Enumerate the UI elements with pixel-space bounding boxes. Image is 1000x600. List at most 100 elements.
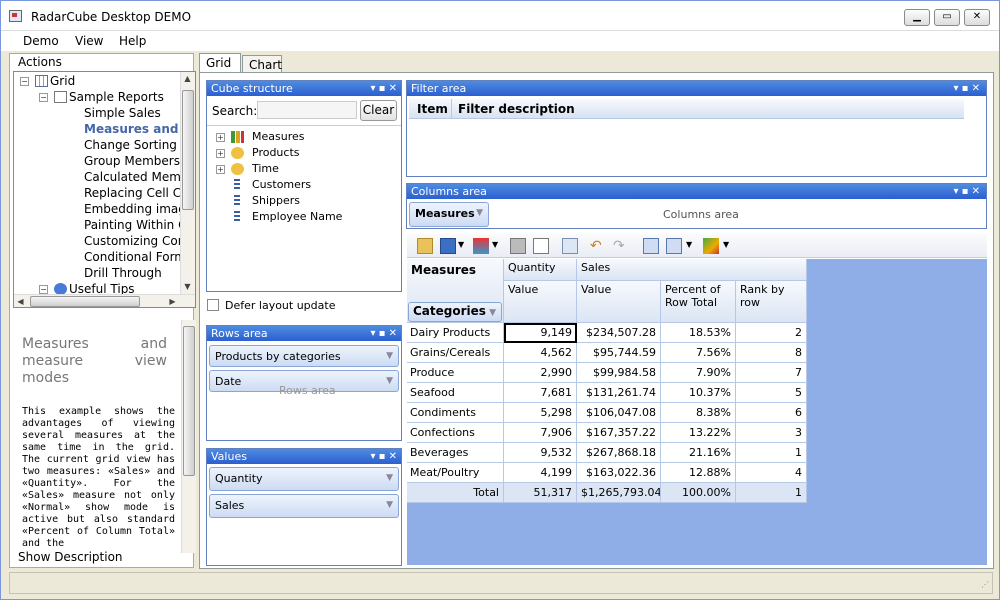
cell-percent: 21.16% (661, 443, 736, 463)
cube-item[interactable]: Employee Name (252, 209, 342, 225)
cell-quantity: 7,681 (504, 383, 577, 403)
tree-item[interactable]: Drill Through (84, 265, 162, 281)
menu-help[interactable]: Help (119, 34, 146, 48)
cube-item[interactable]: Shippers (252, 193, 300, 209)
cell-rank: 1 (736, 483, 807, 503)
cell-sales: $99,984.58 (577, 363, 661, 383)
description-panel: Measures and measure view modes This exa… (13, 320, 196, 553)
print-icon[interactable] (510, 238, 526, 254)
tree-expander-icon[interactable]: − (39, 285, 48, 294)
values-pill-quantity[interactable]: Quantity ▼ (209, 467, 399, 491)
filter-col-item: Item (417, 102, 448, 116)
redo-icon[interactable]: ↷ (613, 238, 629, 254)
cube-item[interactable]: Time (252, 161, 279, 177)
defer-layout-checkbox[interactable] (207, 299, 219, 311)
grid-empty-area-bottom (407, 501, 807, 565)
actions-panel: Actions − Grid − Sample Reports Simple Sales… (9, 53, 196, 568)
export-icon[interactable] (473, 238, 489, 254)
cell-quantity: 5,298 (504, 403, 577, 423)
categories-pill[interactable]: Categories ▼ (408, 302, 502, 322)
rows-area-panel: Rows area ▾ ▪ ✕ Products by categories ▼ D… (206, 325, 402, 441)
filter-area-panel: Filter area ▾ ▪ ✕ Item Filter description (406, 80, 987, 177)
tree-item[interactable]: Grid (50, 73, 75, 89)
status-bar: ⋰ (9, 572, 993, 594)
cell-rank: 3 (736, 423, 807, 443)
rows-pill-products[interactable]: Products by categories ▼ (209, 345, 399, 367)
undo-icon[interactable]: ↶ (590, 238, 606, 254)
cell-percent: 18.53% (661, 323, 736, 343)
export-dropdown-icon[interactable]: ▼ (492, 240, 498, 249)
format-icon[interactable] (703, 238, 719, 254)
cube-item[interactable]: Products (252, 145, 300, 161)
row-header: Produce (407, 363, 504, 383)
row-header: Confections (407, 423, 504, 443)
column-subheader: Value (577, 281, 661, 323)
maximize-button[interactable]: ▭ (934, 9, 960, 26)
print-preview-icon[interactable] (533, 238, 549, 254)
cell-sales: $167,357.22 (577, 423, 661, 443)
menu-bar: Demo View Help (1, 31, 999, 51)
cube-expander-icon[interactable]: + (216, 165, 225, 174)
copy-icon[interactable] (562, 238, 578, 254)
hierarchy-icon (231, 147, 244, 159)
tree-item[interactable]: Simple Sales (84, 105, 161, 121)
menu-demo[interactable]: Demo (23, 34, 59, 48)
cell-quantity: 4,562 (504, 343, 577, 363)
layout-icon[interactable] (643, 238, 659, 254)
tree-expander-icon[interactable]: − (39, 93, 48, 102)
grid-settings-icon[interactable] (666, 238, 682, 254)
menu-view[interactable]: View (75, 34, 103, 48)
search-label: Search: (212, 104, 258, 118)
description-scrollbar[interactable] (181, 320, 196, 553)
grid-settings-dropdown-icon[interactable]: ▼ (686, 240, 692, 249)
tree-item[interactable]: Sample Reports (69, 89, 164, 105)
actions-tree: − Grid − Sample Reports Simple Sales Measures… (13, 71, 196, 308)
cell-rank: 1 (736, 443, 807, 463)
columns-pill-measures[interactable]: Measures ▼ (409, 202, 489, 227)
tree-vscrollbar[interactable]: ▲ ▼ (180, 72, 195, 294)
dimension-icon (234, 179, 240, 191)
format-dropdown-icon[interactable]: ▼ (723, 240, 729, 249)
values-pill-sales[interactable]: Sales ▼ (209, 494, 399, 518)
tree-item[interactable]: Group Members (84, 153, 180, 169)
cell-percent: 12.88% (661, 463, 736, 483)
cell-sales: $95,744.59 (577, 343, 661, 363)
close-button[interactable]: ✕ (964, 9, 990, 26)
minimize-button[interactable]: ▁ (904, 9, 930, 26)
save-icon[interactable] (440, 238, 456, 254)
show-description-label[interactable]: Show Description (18, 550, 123, 564)
tree-expander-icon[interactable]: − (20, 77, 29, 86)
rows-area-watermark: Rows area (279, 384, 336, 397)
values-header: Values ▾ ▪ ✕ (207, 449, 401, 464)
cube-structure-header: Cube structure ▾ ▪ ✕ (207, 81, 401, 96)
row-header: Seafood (407, 383, 504, 403)
cell-rank: 6 (736, 403, 807, 423)
filter-col-description: Filter description (458, 102, 575, 116)
cell-quantity: 7,906 (504, 423, 577, 443)
cell-rank: 8 (736, 343, 807, 363)
measures-header-label: Measures (411, 263, 477, 277)
cube-item[interactable]: Measures (252, 129, 304, 145)
cube-expander-icon[interactable]: + (216, 133, 225, 142)
cell-sales: $131,261.74 (577, 383, 661, 403)
cell-rank: 4 (736, 463, 807, 483)
open-icon[interactable] (417, 238, 433, 254)
row-header: Grains/Cereals (407, 343, 504, 363)
cube-tree: + Measures + Products + Time Customers Shippers… (207, 125, 401, 291)
tab-chart[interactable]: Chart (242, 55, 282, 73)
cell-percent: 7.56% (661, 343, 736, 363)
cell-quantity[interactable]: 9,149 (504, 323, 577, 343)
clear-button[interactable]: Clear (360, 100, 397, 121)
window-title: RadarCube Desktop DEMO (31, 10, 192, 24)
save-dropdown-icon[interactable]: ▼ (458, 240, 464, 249)
tree-hscrollbar[interactable]: ◀ ▶ (14, 294, 195, 307)
tab-grid[interactable]: Grid (199, 53, 241, 74)
cell-percent: 100.00% (661, 483, 736, 503)
row-header: Total (407, 483, 504, 503)
cube-item[interactable]: Customers (252, 177, 311, 193)
rows-area-header: Rows area ▾ ▪ ✕ (207, 326, 401, 341)
search-input[interactable] (257, 101, 357, 119)
resize-grip-icon[interactable]: ⋰ (981, 580, 989, 589)
cube-expander-icon[interactable]: + (216, 149, 225, 158)
dimension-icon (234, 211, 240, 223)
